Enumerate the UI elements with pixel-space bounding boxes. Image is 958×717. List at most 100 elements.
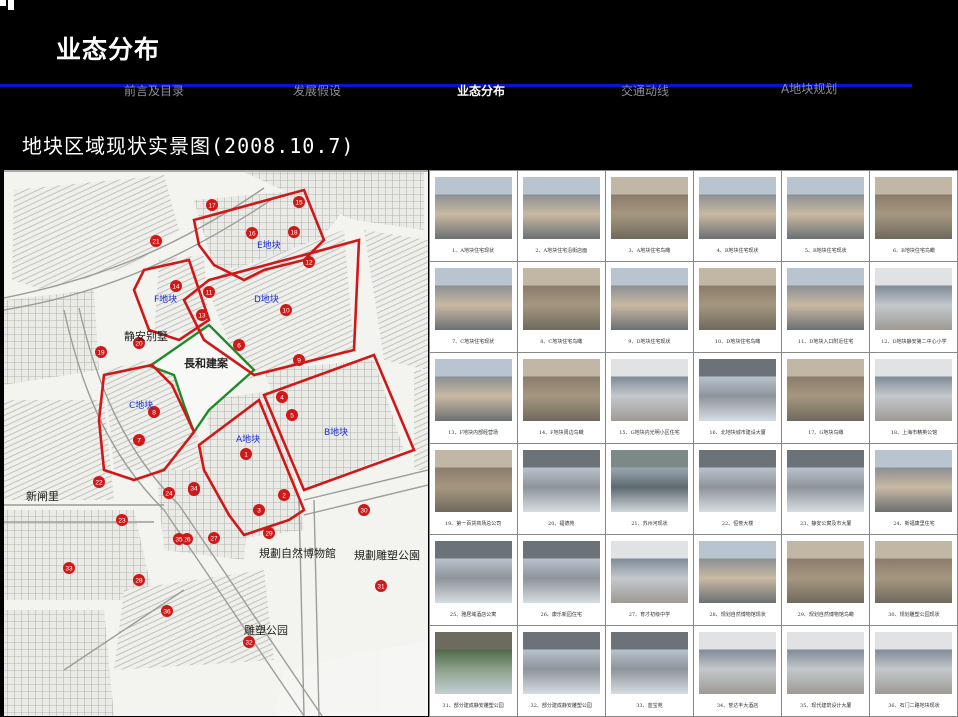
photo-card: 12、D地块静安第二中心小学 <box>869 260 958 353</box>
building-photo <box>610 540 688 603</box>
street-photo <box>610 267 688 330</box>
plot-label-f: F地块 <box>154 295 178 305</box>
label-sculpture-park-2: 雕塑公园 <box>244 624 288 637</box>
building-photo <box>875 267 953 330</box>
map-marker-number: 18 <box>290 230 298 237</box>
street-photo <box>434 176 512 239</box>
photo-caption: 36、石门二路地块现状 <box>888 702 940 709</box>
label-changhe: 長和建案 <box>184 357 228 370</box>
photo-grid: 1、A地块住宅现状 2、A地块住宅沿街店面 3、A地块住宅鸟瞰 4、B地块住宅现状 5、… <box>428 169 958 717</box>
map-marker-number: 12 <box>305 260 313 267</box>
photo-card: 26、康乐新园住宅 <box>516 533 606 626</box>
photo-card: 36、石门二路地块现状 <box>869 624 958 717</box>
map-marker-number: 11 <box>206 290 213 297</box>
aerial-photo <box>787 540 865 603</box>
aerial-photo <box>522 358 600 421</box>
photo-caption: 26、康乐新园住宅 <box>540 611 582 618</box>
map-marker-number: 6 <box>237 343 241 350</box>
photo-card: 3、A地块住宅鸟瞰 <box>604 169 694 262</box>
map-marker-number: 33 <box>65 566 73 573</box>
photo-card: 31、部分建成静安雕塑公园 <box>428 624 518 717</box>
photo-caption: 11、D地块入口附近住宅 <box>798 338 854 345</box>
tower-photo <box>522 631 600 694</box>
building-photo <box>787 631 865 694</box>
photo-card: 2、A地块住宅沿街店面 <box>516 169 606 262</box>
photo-caption: 14、F地块周边鸟瞰 <box>538 429 584 436</box>
street-photo <box>434 358 512 421</box>
slide-title: 业态分布 <box>56 35 161 64</box>
photo-caption: 30、规划雕塑公园现状 <box>888 611 940 618</box>
tower-photo <box>522 540 600 603</box>
nav-item-plot-a-planning[interactable]: A地块规划 <box>781 80 837 97</box>
photo-card: 16、北地块城市建设大厦 <box>692 351 783 444</box>
map-marker-number: 31 <box>377 584 385 591</box>
corner-mark <box>8 0 14 10</box>
street-photo <box>787 176 865 239</box>
photo-card: 14、F地块周边鸟瞰 <box>516 351 606 444</box>
map-marker-number: 10 <box>282 308 290 315</box>
tower-photo <box>698 358 777 421</box>
tower-photo <box>698 449 777 512</box>
map-marker-number: 17 <box>208 203 216 210</box>
photo-caption: 1、A地块住宅现状 <box>452 247 494 254</box>
photo-card: 34、誉达丰大酒店 <box>692 624 783 717</box>
photo-card: 33、蓝宝苑 <box>604 624 694 717</box>
map-marker-number: 34 <box>190 486 198 493</box>
map-marker-number: 21 <box>152 239 160 246</box>
street-photo <box>434 267 512 330</box>
photo-caption: 25、雅居域酒店公寓 <box>449 611 497 618</box>
photo-caption: 23、静安公寓及市大厦 <box>800 520 852 527</box>
map-marker-number: 16 <box>248 231 256 238</box>
map-marker-number: 32 <box>245 640 253 647</box>
photo-card: 22、恒誉大楼 <box>692 442 783 535</box>
photo-card: 17、G地块鸟瞰 <box>781 351 871 444</box>
photo-card: 13、F地块内部经营场 <box>428 351 518 444</box>
aerial-photo <box>610 176 688 239</box>
map-marker-number: 1 <box>244 452 248 459</box>
street-photo <box>698 540 777 603</box>
nav-item-intro[interactable]: 前言及目录 <box>124 82 184 99</box>
photo-caption: 8、C地块住宅鸟瞰 <box>540 338 583 345</box>
plot-label-d: D地块 <box>254 295 279 305</box>
building-photo <box>698 631 777 694</box>
tower-photo <box>787 449 865 512</box>
building-photo <box>875 631 953 694</box>
photo-caption: 18、上海市精英公馆 <box>890 429 938 436</box>
photo-caption: 24、新福康里住宅 <box>893 520 935 527</box>
photo-card: 1、A地块住宅现状 <box>428 169 518 262</box>
photo-card: 6、B地块住宅鸟瞰 <box>869 169 958 262</box>
map-marker-number: 19 <box>97 350 105 357</box>
map-marker-number: 36 <box>163 609 171 616</box>
map-marker-number: 9 <box>297 358 301 365</box>
nav-item-assumptions[interactable]: 发展假设 <box>293 82 341 99</box>
street-photo <box>875 449 953 512</box>
photo-card: 5、B地块住宅现状 <box>781 169 871 262</box>
label-museum: 規劃自然博物館 <box>259 547 336 560</box>
map-marker-number: 23 <box>118 518 126 525</box>
section-subtitle: 地块区域现状实景图(2008.10.7) <box>22 134 355 158</box>
map-marker-number: 4 <box>280 395 284 402</box>
photo-caption: 10、D地块住宅鸟瞰 <box>714 338 761 345</box>
map-marker-number: 5 <box>290 413 294 420</box>
photo-card: 10、D地块住宅鸟瞰 <box>692 260 783 353</box>
map-marker-number: 28 <box>135 578 143 585</box>
aerial-photo <box>522 267 600 330</box>
photo-card: 9、D地块住宅现状 <box>604 260 694 353</box>
plot-label-e: E地块 <box>257 241 281 251</box>
nav-item-traffic[interactable]: 交通动线 <box>621 82 669 99</box>
corner-mark <box>0 0 6 6</box>
photo-caption: 16、北地块城市建设大厦 <box>709 429 766 436</box>
photo-caption: 31、部分建成静安雕塑公园 <box>442 702 504 709</box>
photo-caption: 22、恒誉大楼 <box>721 520 754 527</box>
map-marker-number: 30 <box>360 508 368 515</box>
aerial-photo <box>434 449 512 512</box>
photo-card: 4、B地块住宅现状 <box>692 169 783 262</box>
nav-item-business-layout[interactable]: 业态分布 <box>457 82 505 99</box>
label-sculpture-park-1: 規劃雕塑公園 <box>354 549 420 562</box>
map-marker-number: 3 <box>257 508 261 515</box>
photo-caption: 5、B地块住宅现状 <box>804 247 847 254</box>
map-marker-number: 14 <box>172 284 180 291</box>
building-photo <box>875 358 953 421</box>
photo-card: 19、第一百货商场总公司 <box>428 442 518 535</box>
street-photo <box>787 267 865 330</box>
